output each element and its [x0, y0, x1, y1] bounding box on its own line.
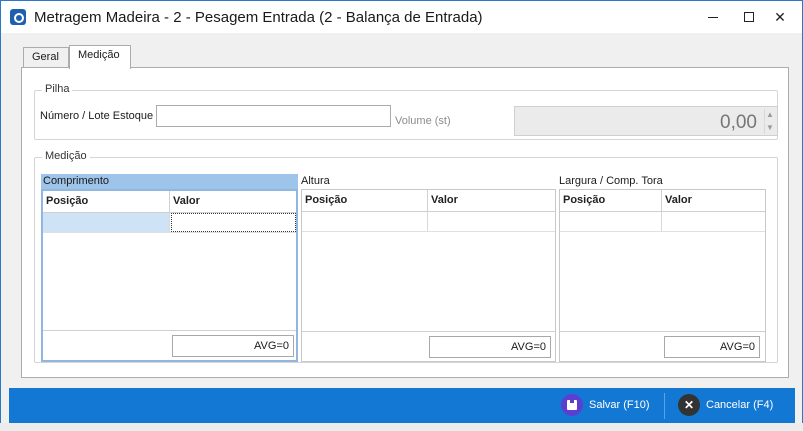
largura-grid[interactable]: Posição Valor AVG=0 — [559, 189, 766, 362]
volume-field: 0,00 ▲ ▼ — [514, 106, 778, 136]
avg-box: AVG=0 — [664, 336, 760, 358]
minimize-icon — [708, 17, 718, 18]
valor-cell[interactable] — [428, 212, 555, 231]
cancel-label: Cancelar (F4) — [706, 399, 774, 411]
tab-medicao[interactable]: Medição — [69, 45, 131, 69]
grid-footer — [302, 331, 555, 332]
tab-geral[interactable]: Geral — [23, 47, 69, 67]
grid-header: Posição Valor — [43, 191, 296, 213]
spin-down-icon: ▼ — [764, 122, 775, 134]
comprimento-title: Comprimento — [41, 174, 298, 189]
close-icon: ✕ — [774, 9, 786, 25]
posicao-cell[interactable] — [302, 212, 428, 231]
column-header-posicao[interactable]: Posição — [560, 190, 662, 211]
pilha-group: Pilha Número / Lote Estoque Volume (st) … — [34, 83, 778, 140]
table-row[interactable] — [302, 212, 555, 232]
spin-up-icon: ▲ — [764, 109, 775, 121]
largura-title: Largura / Comp. Tora — [559, 175, 663, 187]
action-separator — [664, 393, 665, 419]
grid-footer — [43, 330, 296, 331]
avg-box: AVG=0 — [429, 336, 551, 358]
title-bar: Metragem Madeira - 2 - Pesagem Entrada (… — [1, 1, 802, 33]
table-row[interactable] — [560, 212, 765, 232]
valor-cell[interactable] — [662, 212, 763, 231]
dialog-window: Metragem Madeira - 2 - Pesagem Entrada (… — [0, 0, 803, 431]
pilha-legend: Pilha — [42, 83, 73, 95]
column-header-valor[interactable]: Valor — [428, 190, 555, 211]
column-header-valor[interactable]: Valor — [170, 191, 296, 212]
valor-cell[interactable] — [171, 213, 296, 232]
posicao-cell[interactable] — [43, 213, 170, 232]
lote-label: Número / Lote Estoque — [40, 110, 154, 122]
grid-header: Posição Valor — [302, 190, 555, 212]
save-disk-icon — [561, 394, 583, 416]
cancel-icon: ✕ — [678, 394, 700, 416]
maximize-icon — [744, 12, 754, 22]
column-header-posicao[interactable]: Posição — [43, 191, 170, 212]
table-row[interactable] — [43, 213, 296, 233]
volume-label: Volume (st) — [395, 115, 451, 127]
posicao-cell[interactable] — [560, 212, 662, 231]
close-button[interactable]: ✕ — [757, 1, 803, 33]
column-header-posicao[interactable]: Posição — [302, 190, 428, 211]
medicao-group: Medição Comprimento Posição Valor AVG=0 — [34, 150, 778, 363]
background-strip — [0, 423, 803, 431]
altura-title: Altura — [301, 175, 330, 187]
lote-input[interactable] — [156, 105, 391, 127]
column-header-valor[interactable]: Valor — [662, 190, 763, 211]
medicao-legend: Medição — [42, 150, 90, 162]
volume-value: 0,00 — [720, 112, 757, 133]
avg-box: AVG=0 — [172, 335, 294, 357]
grid-header: Posição Valor — [560, 190, 765, 212]
grid-footer — [560, 331, 765, 332]
save-label: Salvar (F10) — [589, 399, 650, 411]
app-logo-icon — [10, 9, 26, 25]
comprimento-grid[interactable]: Posição Valor AVG=0 — [41, 189, 298, 362]
altura-grid[interactable]: Posição Valor AVG=0 — [301, 189, 556, 362]
window-title: Metragem Madeira - 2 - Pesagem Entrada (… — [34, 9, 483, 26]
tab-panel-medicao: Pilha Número / Lote Estoque Volume (st) … — [21, 67, 789, 378]
action-bar: Salvar (F10) ✕ Cancelar (F4) — [9, 388, 795, 423]
